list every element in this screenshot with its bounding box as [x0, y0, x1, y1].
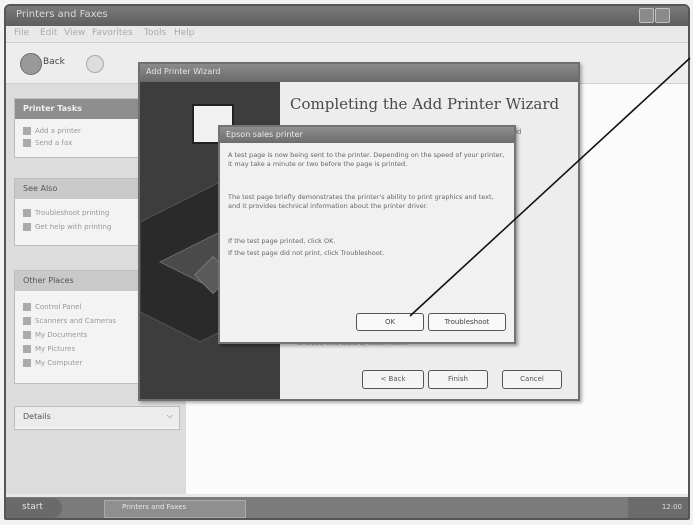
callout-pointer: [409, 57, 691, 317]
